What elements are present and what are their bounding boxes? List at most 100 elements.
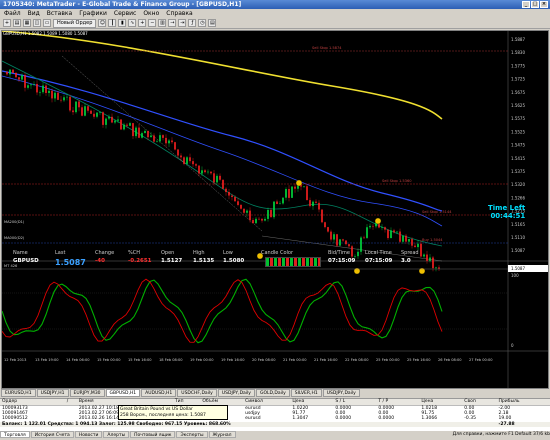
candle-body (276, 201, 278, 205)
quote-panel: Name GBPUSD Last 1.5087 Change -40 %CH -0.2651 O… (3, 250, 458, 272)
terminal-icon[interactable]: ▭ (43, 19, 51, 27)
line-chart-icon[interactable]: ∿ (128, 19, 137, 27)
date-label: 18 Feb 08:00 (159, 358, 183, 362)
candle-body (123, 124, 125, 130)
terminal-tab[interactable]: История Счета (30, 431, 74, 438)
menu-view[interactable]: Вид (28, 10, 40, 17)
chart-tab[interactable]: SILVER,H1 (290, 389, 322, 397)
candle-body (138, 127, 140, 138)
auto-scroll-icon[interactable]: → (168, 19, 177, 27)
price-label: 1.5575 (511, 116, 525, 121)
terminal-tab[interactable]: Алерты (103, 431, 130, 438)
candle-body (117, 119, 119, 121)
menu-help[interactable]: Справка (166, 10, 192, 17)
candle-body (240, 204, 242, 209)
candle-body (369, 225, 371, 228)
quote-value: 1.5127 (161, 258, 183, 264)
zoom-out-icon[interactable]: − (148, 19, 157, 27)
candle-body (405, 235, 407, 242)
candle-body (78, 101, 80, 108)
candle-body (366, 227, 368, 238)
candle-body (285, 189, 287, 198)
candle-body (33, 83, 35, 85)
candle-body (396, 231, 398, 233)
candle-body (69, 96, 71, 111)
terminal-tab[interactable]: Новости (74, 431, 103, 438)
candle-body (330, 231, 332, 240)
chart-window[interactable]: 1.5887 1.5830 1.5775 1.5725 1.5675 1.5625 1.55… (1, 30, 549, 389)
menu-file[interactable]: Файл (4, 10, 21, 17)
templates-icon[interactable]: ▤ (208, 19, 217, 27)
price-label: 1.5725 (511, 77, 525, 82)
price-label: 1.5110 (511, 235, 525, 240)
symbol-tooltip: Great Britain Pound vs US Dollar 258 Вор… (118, 405, 228, 420)
new-order-button[interactable]: Новый Ордер (53, 18, 97, 28)
candle-body (204, 170, 206, 173)
market-watch-icon[interactable]: ▦ (23, 19, 31, 27)
chart-tab[interactable]: USDJPY,Daily (217, 389, 255, 397)
menu-charts[interactable]: Графики (79, 10, 107, 17)
candle-body (99, 112, 101, 113)
candle-body (414, 245, 416, 248)
close-icon[interactable]: × (540, 1, 548, 8)
chart-tab[interactable]: EURUSD,H1 (1, 389, 36, 397)
profiles-icon[interactable]: ▤ (13, 19, 21, 27)
candle-body (174, 142, 176, 150)
menu-tools[interactable]: Сервис (114, 10, 136, 17)
candle-body (261, 218, 263, 221)
candlestick-icon[interactable]: ▮ (118, 19, 127, 27)
date-label: 19 Feb 00:00 (190, 358, 214, 362)
candle-body (309, 200, 311, 207)
indicators-icon[interactable]: ƒ (188, 19, 197, 27)
candle-body (402, 235, 404, 242)
candle-body (63, 97, 65, 101)
quote-value: -40 (95, 258, 105, 264)
candle-body (189, 157, 191, 162)
tile-windows-icon[interactable]: ▥ (158, 19, 167, 27)
price-label: 1.5525 (511, 129, 525, 134)
periods-icon[interactable]: ◷ (198, 19, 207, 27)
candle-body (21, 75, 23, 80)
quote-header: Local Time (365, 250, 392, 256)
candle-body (60, 99, 62, 101)
chart-tab[interactable]: GOLD,Daily (255, 389, 290, 397)
candle-body (168, 140, 170, 144)
navigator-icon[interactable]: ◫ (33, 19, 41, 27)
maximize-icon[interactable]: □ (531, 1, 539, 8)
candle-body (150, 135, 152, 138)
candle-body (336, 234, 338, 246)
menu-insert[interactable]: Вставка (47, 10, 72, 17)
candle-body (315, 201, 317, 203)
quote-value: -0.2651 (128, 258, 152, 264)
chart-tab[interactable]: USDCHF,Daily (177, 389, 217, 397)
candle-body (267, 209, 269, 219)
terminal-tab[interactable]: Журнал (208, 431, 236, 438)
chart-tab[interactable]: EURJPY,M30 (69, 389, 105, 397)
terminal-tab[interactable]: Эксперты (176, 431, 208, 438)
chart-tab[interactable]: GBPUSD,H1 (105, 389, 141, 397)
price-label: 1.5475 (511, 143, 525, 148)
candle-body (9, 69, 11, 75)
quote-value: 1.5135 (193, 258, 215, 264)
chart-tab[interactable]: AUDUSD,H1 (141, 389, 177, 397)
chart-shift-icon[interactable]: ⇥ (178, 19, 187, 27)
new-chart-icon[interactable]: + (3, 19, 11, 27)
terminal-tab[interactable]: Торговля (0, 431, 30, 438)
terminal-tab[interactable]: Почтовый ящик (130, 431, 176, 438)
candle-body (282, 197, 284, 204)
minimize-icon[interactable]: _ (522, 1, 530, 8)
chart-tab[interactable]: USDJPY,H1 (36, 389, 69, 397)
price-chart[interactable]: 1.5887 1.5830 1.5775 1.5725 1.5675 1.5625 1.55… (1, 30, 548, 388)
chart-tab[interactable]: USDJPY,Daily (322, 389, 360, 397)
zoom-in-icon[interactable]: + (138, 19, 147, 27)
time-left-label: Time Left (488, 204, 526, 212)
order-line-label: Buy 1.5044 (422, 238, 443, 242)
menu-window[interactable]: Окно (143, 10, 159, 17)
candle-body (408, 239, 410, 242)
candle-body (126, 124, 128, 126)
bar-chart-icon[interactable]: ┃ (108, 19, 117, 27)
candle-body (105, 118, 107, 125)
price-label: 1.5375 (511, 169, 525, 174)
expert-advisors-icon[interactable]: ☺ (98, 19, 107, 27)
date-label: 19 Feb 16:00 (221, 358, 245, 362)
